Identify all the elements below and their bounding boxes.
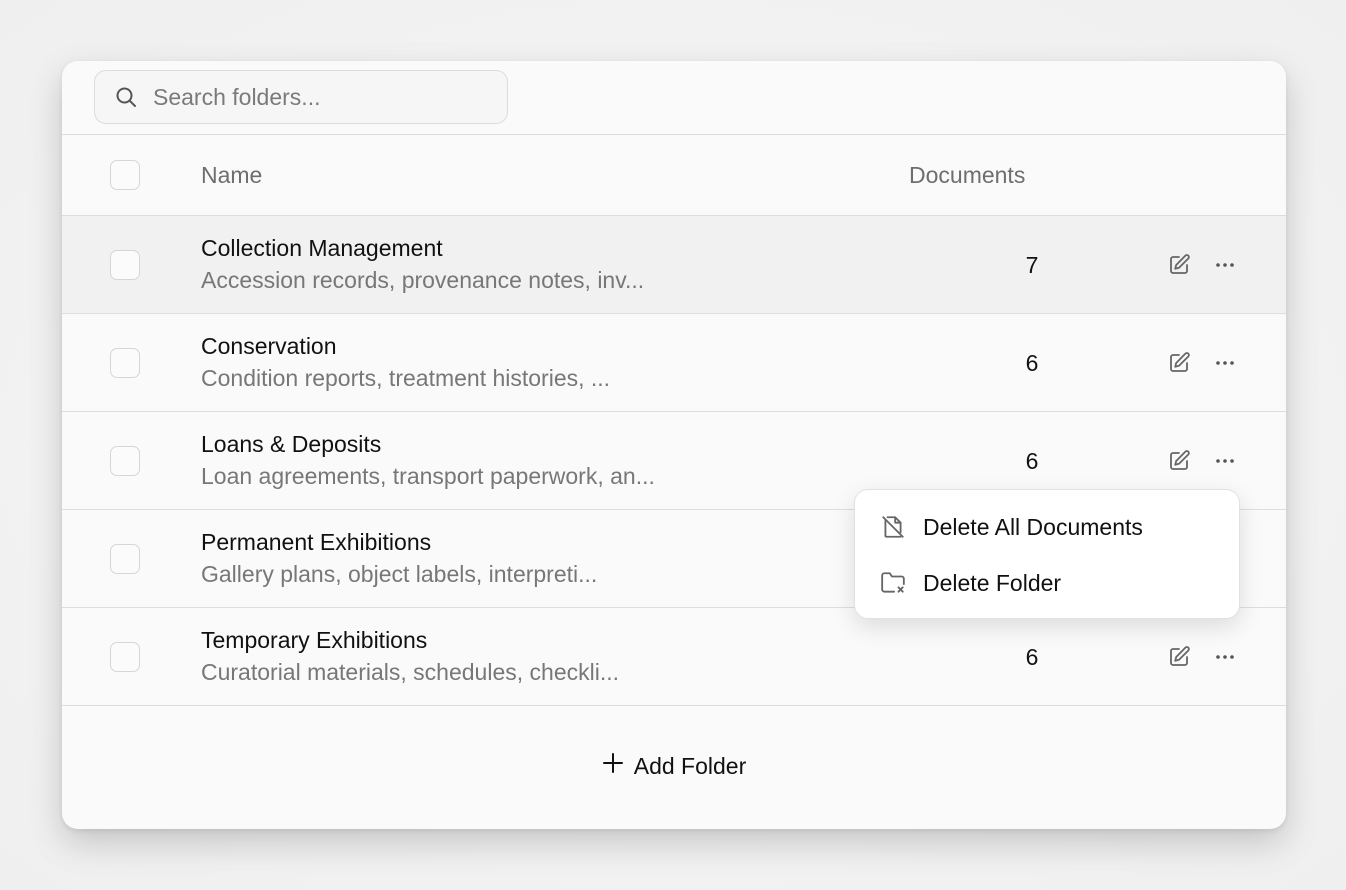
search-input[interactable] (151, 82, 485, 112)
plus-icon (602, 750, 624, 780)
edit-icon[interactable] (1165, 643, 1193, 671)
row-checkbox[interactable] (110, 348, 140, 378)
column-header-name[interactable]: Name (201, 162, 262, 189)
more-options-icon[interactable] (1211, 251, 1239, 279)
folder-description: Loan agreements, transport paperwork, an… (201, 463, 655, 489)
edit-icon[interactable] (1165, 447, 1193, 475)
menu-item-delete-all-documents[interactable]: Delete All Documents (855, 501, 1239, 553)
folder-x-icon (879, 569, 907, 597)
divider (62, 705, 1286, 706)
folder-description: Accession records, provenance notes, inv… (201, 267, 645, 293)
search-bar[interactable] (94, 70, 508, 124)
add-folder-button[interactable]: Add Folder (62, 741, 1286, 791)
document-count: 6 (1025, 644, 1039, 670)
folder-description: Curatorial materials, schedules, checkli… (201, 659, 619, 685)
menu-item-label: Delete All Documents (923, 513, 1143, 540)
divider (62, 134, 1286, 135)
document-count: 7 (1025, 252, 1039, 278)
folder-description: Condition reports, treatment histories, … (201, 365, 611, 391)
menu-item-label: Delete Folder (923, 569, 1062, 596)
folder-name: Conservation (201, 333, 337, 359)
document-count: 6 (1025, 448, 1039, 474)
menu-item-delete-folder[interactable]: Delete Folder (855, 557, 1239, 609)
row-checkbox[interactable] (110, 642, 140, 672)
table-row[interactable]: Temporary Exhibitions Curatorial materia… (62, 608, 1286, 705)
add-folder-label: Add Folder (633, 752, 747, 779)
table-row[interactable]: Conservation Condition reports, treatmen… (62, 314, 1286, 411)
select-all-checkbox[interactable] (110, 160, 140, 190)
edit-icon[interactable] (1165, 251, 1193, 279)
column-header-documents[interactable]: Documents (909, 162, 1025, 189)
folder-context-menu: Delete All Documents Delete Folder (854, 489, 1240, 619)
edit-icon[interactable] (1165, 349, 1193, 377)
folder-name: Collection Management (201, 235, 443, 261)
folder-description: Gallery plans, object labels, interpreti… (201, 561, 598, 587)
document-count: 6 (1025, 350, 1039, 376)
row-checkbox[interactable] (110, 446, 140, 476)
folder-name: Loans & Deposits (201, 431, 382, 457)
folder-name: Permanent Exhibitions (201, 529, 432, 555)
file-off-icon (879, 513, 907, 541)
row-checkbox[interactable] (110, 544, 140, 574)
more-options-icon[interactable] (1211, 643, 1239, 671)
more-options-icon[interactable] (1211, 349, 1239, 377)
table-header: Name Documents (62, 136, 1286, 216)
search-icon (113, 84, 139, 110)
row-checkbox[interactable] (110, 250, 140, 280)
more-options-icon[interactable] (1211, 447, 1239, 475)
folders-panel: Name Documents Collection Management Acc… (62, 61, 1286, 829)
folder-name: Temporary Exhibitions (201, 627, 428, 653)
table-row[interactable]: Collection Management Accession records,… (62, 216, 1286, 313)
